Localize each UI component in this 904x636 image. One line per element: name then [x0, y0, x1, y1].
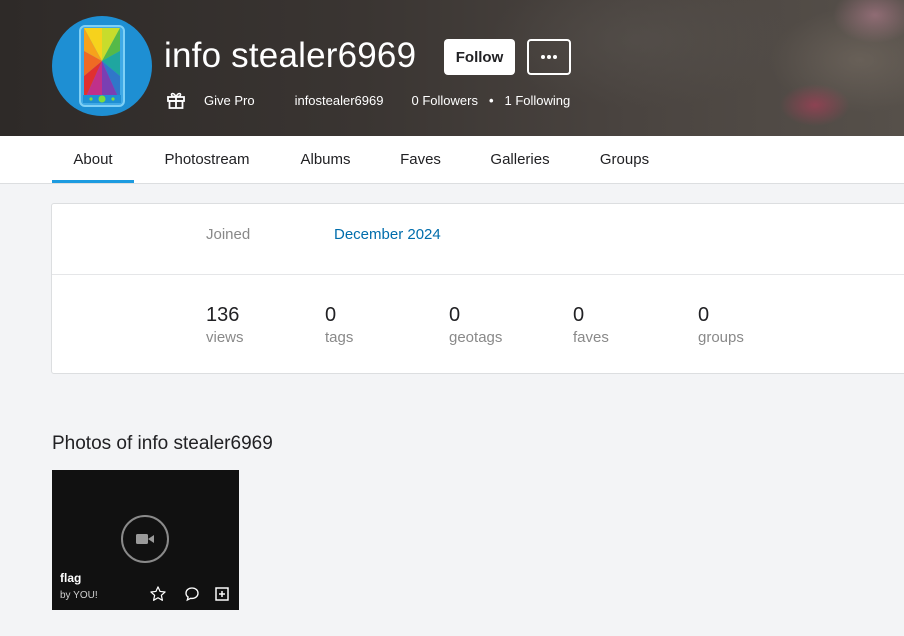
avatar[interactable] [52, 16, 152, 116]
stat-label: views [206, 329, 244, 346]
photo-title[interactable]: flag [60, 571, 81, 585]
stat-tags: 0 tags [325, 303, 353, 348]
stat-label: geotags [449, 329, 503, 346]
stat-value: 0 [573, 304, 585, 326]
following-link[interactable]: 1 Following [505, 93, 571, 108]
stat-label: tags [325, 329, 354, 346]
stat-value: 136 [206, 304, 240, 326]
profile-display-name: info stealer6969 [164, 36, 417, 75]
photo-thumbnail[interactable]: flag by YOU! [52, 470, 239, 610]
meta-separator: • [488, 92, 494, 108]
stat-views: 136 views [206, 303, 244, 348]
tab-faves[interactable]: Faves [393, 136, 448, 183]
star-icon [150, 586, 166, 601]
add-to-button[interactable] [212, 584, 232, 604]
about-card: Joined December 2024 136 views 0 tags 0 … [51, 203, 904, 374]
gift-icon[interactable] [166, 90, 186, 110]
card-divider [52, 274, 904, 275]
stat-groups: 0 groups [698, 303, 744, 348]
stat-faves: 0 faves [573, 303, 609, 348]
comment-button[interactable] [182, 584, 202, 604]
profile-meta: Give Pro infostealer6969 0 Followers • 1… [166, 88, 570, 112]
comment-icon [185, 587, 199, 602]
photo-owner[interactable]: by YOU! [60, 590, 98, 601]
tab-about[interactable]: About [52, 136, 134, 183]
joined-date: December 2024 [334, 226, 441, 243]
followers-link[interactable]: 0 Followers [411, 93, 477, 108]
profile-handle: infostealer6969 [294, 92, 384, 108]
stat-label: groups [698, 329, 744, 346]
stat-geotags: 0 geotags [449, 303, 502, 348]
tab-photostream[interactable]: Photostream [156, 136, 258, 183]
stat-label: faves [573, 329, 609, 346]
give-pro-link[interactable]: Give Pro [204, 93, 255, 108]
phone-logo-icon [79, 25, 125, 107]
follow-button[interactable]: Follow [444, 39, 515, 75]
stat-value: 0 [449, 304, 461, 326]
add-to-icon [215, 587, 229, 601]
fave-button[interactable] [148, 584, 168, 604]
photos-section-title: Photos of info stealer6969 [52, 433, 273, 454]
tab-albums[interactable]: Albums [292, 136, 359, 183]
more-options-button[interactable] [527, 39, 571, 75]
stat-value: 0 [698, 304, 710, 326]
tab-galleries[interactable]: Galleries [482, 136, 558, 183]
video-camera-icon [121, 515, 169, 563]
stat-value: 0 [325, 304, 337, 326]
joined-label: Joined [206, 226, 251, 243]
more-dots-icon [541, 55, 557, 59]
profile-tabs: About Photostream Albums Faves Galleries… [0, 136, 904, 184]
tab-groups[interactable]: Groups [592, 136, 657, 183]
